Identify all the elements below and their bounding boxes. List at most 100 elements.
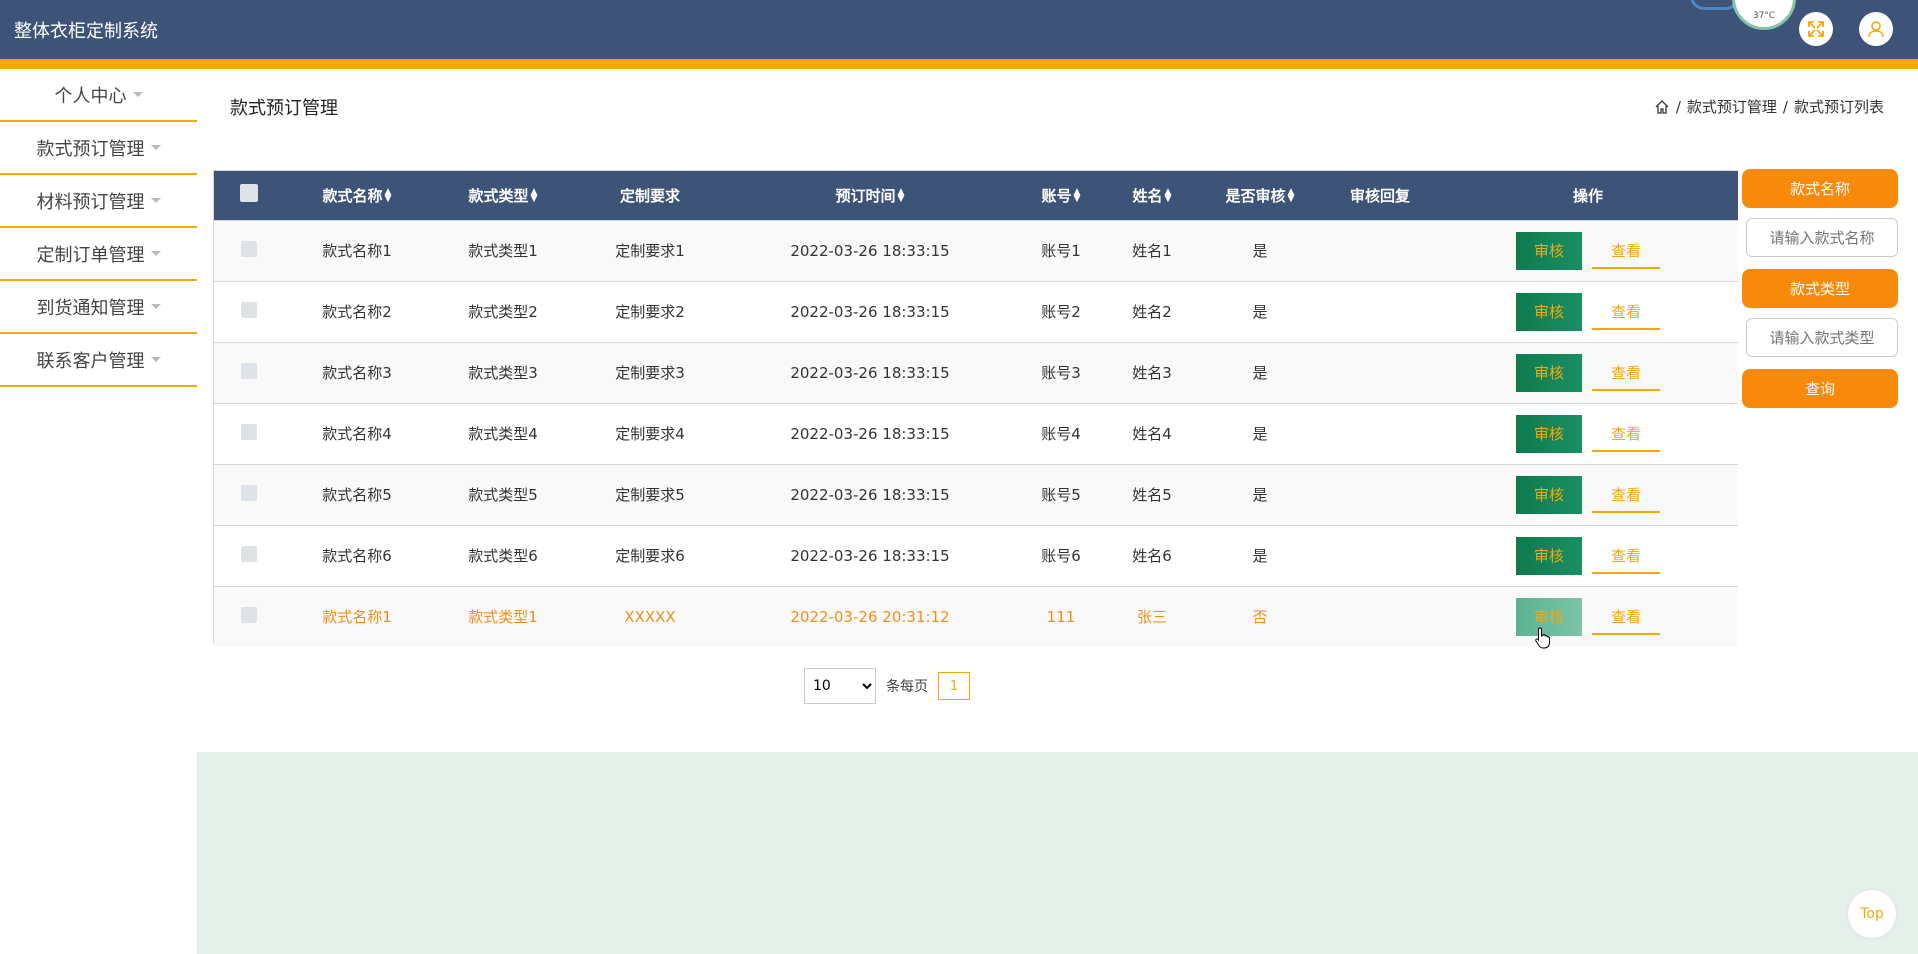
column-header: 审核回复 bbox=[1349, 186, 1410, 205]
review-button[interactable]: 审核 bbox=[1516, 414, 1582, 453]
caret-down-icon bbox=[132, 92, 143, 97]
review-button[interactable]: 审核 bbox=[1516, 536, 1582, 575]
view-button[interactable]: 查看 bbox=[1592, 294, 1660, 330]
row-checkbox[interactable] bbox=[241, 606, 257, 623]
table-cell-time: 2022-03-26 18:33:15 bbox=[790, 424, 950, 443]
table-cell-person: 姓名3 bbox=[1132, 364, 1172, 382]
table-cell-reply bbox=[1322, 525, 1438, 586]
breadcrumb: / 款式预订管理 / 款式预订列表 bbox=[1654, 96, 1884, 117]
column-header[interactable]: 姓名 ▲ ▼ bbox=[1106, 171, 1198, 220]
sidebar-item-custom-orders[interactable]: 定制订单管理 bbox=[0, 228, 197, 281]
view-button[interactable]: 查看 bbox=[1592, 538, 1660, 574]
sidebar: 个人中心 款式预订管理 材料预订管理 定制订单管理 到货通知管理 联系客户管理 bbox=[0, 69, 197, 954]
table-cell-approved: 是 bbox=[1252, 547, 1268, 565]
view-button[interactable]: 查看 bbox=[1592, 416, 1660, 452]
table-header-row: 款式名称 ▲ ▼ 款式类型 ▲ ▼ 定制要求 预订时间 ▲ ▼ 账号 ▲ ▼ 姓名 ▲ ▼ 是否审核… bbox=[214, 171, 1738, 220]
table-cell-type: 款式类型3 bbox=[468, 364, 538, 382]
column-header[interactable]: 款式名称 ▲ ▼ bbox=[284, 171, 430, 220]
breadcrumb-separator: / bbox=[1782, 97, 1788, 116]
row-checkbox[interactable] bbox=[241, 301, 257, 318]
table-cell-account: 账号1 bbox=[1041, 242, 1081, 260]
table-cell-approved: 是 bbox=[1252, 242, 1268, 260]
table-cell-name: 款式名称3 bbox=[322, 364, 392, 382]
table-row: 款式名称3 款式类型3 定制要求3 2022-03-26 18:33:15 账号3 姓名3… bbox=[214, 342, 1738, 403]
column-header[interactable]: 是否审核 ▲ ▼ bbox=[1198, 171, 1322, 220]
table-cell-time: 2022-03-26 18:33:15 bbox=[790, 546, 950, 565]
table-row: 款式名称1 款式类型1 定制要求1 2022-03-26 18:33:15 账号1 姓名1… bbox=[214, 220, 1738, 281]
top-header: 整体衣柜定制系统 37°C bbox=[0, 0, 1918, 59]
table-cell-type: 款式类型6 bbox=[468, 547, 538, 565]
sort-icon: ▲ ▼ bbox=[897, 187, 905, 205]
sidebar-item-label: 联系客户管理 bbox=[36, 350, 145, 372]
column-header[interactable]: 账号 ▲ ▼ bbox=[1016, 171, 1106, 220]
table-cell-type: 款式类型5 bbox=[468, 486, 538, 504]
row-checkbox[interactable] bbox=[241, 240, 257, 257]
table-row: 款式名称4 款式类型4 定制要求4 2022-03-26 18:33:15 账号4 姓名4… bbox=[214, 403, 1738, 464]
breadcrumb-level1[interactable]: 款式预订管理 bbox=[1687, 96, 1777, 117]
review-button[interactable]: 审核 bbox=[1516, 292, 1582, 331]
review-button[interactable]: 审核 bbox=[1516, 231, 1582, 270]
table-cell-req: 定制要求5 bbox=[615, 486, 685, 504]
breadcrumb-level2: 款式预订列表 bbox=[1793, 98, 1884, 116]
per-page-label: 条每页 bbox=[886, 679, 928, 695]
table-cell-name: 款式名称5 bbox=[322, 486, 392, 504]
table-cell-type: 款式类型1 bbox=[468, 242, 538, 260]
row-checkbox[interactable] bbox=[241, 545, 257, 562]
table-cell-account: 账号4 bbox=[1041, 425, 1081, 443]
review-button[interactable]: 审核 bbox=[1516, 475, 1582, 514]
caret-down-icon bbox=[150, 304, 161, 309]
table-cell-time: 2022-03-26 20:31:12 bbox=[790, 607, 950, 626]
home-icon[interactable] bbox=[1654, 99, 1670, 115]
table-row: 款式名称1 款式类型1 XXXXX 2022-03-26 20:31:12 111 张三 否… bbox=[214, 586, 1738, 647]
view-button[interactable]: 查看 bbox=[1592, 233, 1660, 269]
table-row: 款式名称2 款式类型2 定制要求2 2022-03-26 18:33:15 账号2 姓名2… bbox=[214, 281, 1738, 342]
table-cell-person: 姓名6 bbox=[1132, 547, 1172, 565]
table-cell-time: 2022-03-26 18:33:15 bbox=[790, 302, 950, 321]
caret-down-icon bbox=[150, 357, 161, 362]
page-size-select[interactable]: 102050 bbox=[804, 668, 876, 704]
table-row: 款式名称5 款式类型5 定制要求5 2022-03-26 18:33:15 账号5 姓名5… bbox=[214, 464, 1738, 525]
view-button[interactable]: 查看 bbox=[1592, 599, 1660, 635]
sidebar-item-arrival-notice[interactable]: 到货通知管理 bbox=[0, 281, 197, 334]
sidebar-item-material-booking[interactable]: 材料预订管理 bbox=[0, 175, 197, 228]
select-all-checkbox[interactable] bbox=[240, 184, 258, 203]
page-number-button[interactable]: 1 bbox=[938, 672, 970, 700]
review-button[interactable]: 审核 bbox=[1516, 353, 1582, 392]
table-cell-reply bbox=[1322, 342, 1438, 403]
row-checkbox[interactable] bbox=[241, 423, 257, 440]
temperature-widget: 37°C bbox=[1732, 0, 1796, 30]
style-name-label: 款式名称 bbox=[1742, 169, 1898, 208]
back-to-top-button[interactable]: Top bbox=[1848, 890, 1896, 938]
view-button[interactable]: 查看 bbox=[1592, 355, 1660, 391]
table-cell-person: 张三 bbox=[1136, 608, 1167, 627]
query-button[interactable]: 查询 bbox=[1742, 369, 1898, 408]
sidebar-item-label: 定制订单管理 bbox=[36, 244, 145, 266]
sort-icon: ▲ ▼ bbox=[1287, 187, 1295, 205]
column-header[interactable]: 预订时间 ▲ ▼ bbox=[724, 171, 1016, 220]
caret-down-icon bbox=[150, 198, 161, 203]
fullscreen-button[interactable] bbox=[1799, 12, 1833, 46]
app-title: 整体衣柜定制系统 bbox=[14, 21, 158, 42]
row-checkbox[interactable] bbox=[241, 362, 257, 379]
sidebar-item-personal-center[interactable]: 个人中心 bbox=[0, 69, 197, 122]
sidebar-item-style-booking[interactable]: 款式预订管理 bbox=[0, 122, 197, 175]
sort-icon: ▲ ▼ bbox=[1164, 187, 1172, 205]
page-title: 款式预订管理 bbox=[230, 98, 338, 119]
table-cell-approved: 是 bbox=[1252, 303, 1268, 321]
table-cell-approved: 是 bbox=[1252, 486, 1268, 504]
user-profile-button[interactable] bbox=[1859, 12, 1893, 46]
row-checkbox[interactable] bbox=[241, 484, 257, 501]
style-type-input[interactable] bbox=[1746, 318, 1898, 357]
style-name-input[interactable] bbox=[1746, 218, 1898, 257]
caret-down-icon bbox=[150, 251, 161, 256]
sidebar-item-contact-customer[interactable]: 联系客户管理 bbox=[0, 334, 197, 387]
booking-table: 款式名称 ▲ ▼ 款式类型 ▲ ▼ 定制要求 预订时间 ▲ ▼ 账号 ▲ ▼ 姓名 ▲ ▼ 是否审核… bbox=[213, 170, 1738, 647]
view-button[interactable]: 查看 bbox=[1592, 477, 1660, 513]
column-header[interactable]: 款式类型 ▲ ▼ bbox=[430, 171, 576, 220]
sidebar-item-label: 到货通知管理 bbox=[36, 297, 145, 319]
table-cell-reply bbox=[1322, 220, 1438, 281]
hand-cursor-icon bbox=[1535, 627, 1550, 649]
table-row: 款式名称6 款式类型6 定制要求6 2022-03-26 18:33:15 账号6 姓名6… bbox=[214, 525, 1738, 586]
table-cell-approved: 是 bbox=[1252, 364, 1268, 382]
table-cell-reply bbox=[1322, 586, 1438, 647]
